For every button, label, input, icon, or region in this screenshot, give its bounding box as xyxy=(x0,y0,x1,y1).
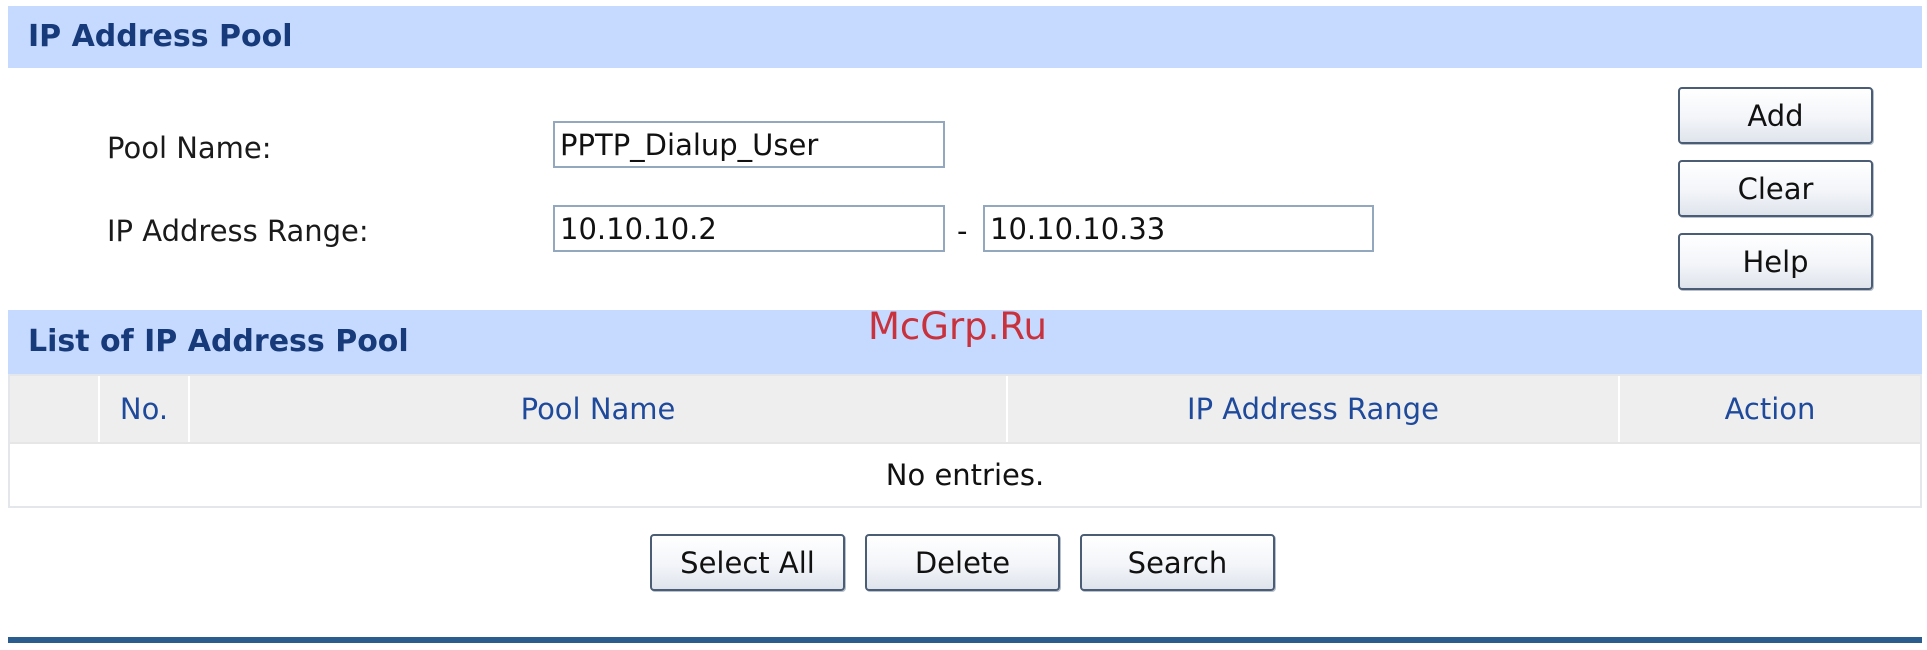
table-header-row: No. Pool Name IP Address Range Action xyxy=(10,376,1920,442)
ip-range-separator: - xyxy=(957,214,968,248)
list-of-ip-address-pool-title: List of IP Address Pool xyxy=(28,324,409,359)
pool-name-label: Pool Name: xyxy=(107,131,272,165)
column-header-ip-address-range: IP Address Range xyxy=(1008,376,1620,442)
table-empty-row: No entries. xyxy=(10,442,1920,506)
search-button[interactable]: Search xyxy=(1080,534,1275,591)
ip-range-label: IP Address Range: xyxy=(107,214,369,248)
clear-button[interactable]: Clear xyxy=(1678,160,1873,217)
help-button[interactable]: Help xyxy=(1678,233,1873,290)
ip-address-pool-table: No. Pool Name IP Address Range Action No… xyxy=(8,374,1922,508)
ip-range-start-input[interactable] xyxy=(553,205,945,252)
column-header-no: No. xyxy=(100,376,190,442)
column-header-pool-name: Pool Name xyxy=(190,376,1008,442)
ip-range-end-input[interactable] xyxy=(983,205,1374,252)
pool-name-input[interactable] xyxy=(553,121,945,168)
watermark-text: McGrp.Ru xyxy=(868,305,1047,348)
add-button[interactable]: Add xyxy=(1678,87,1873,144)
select-all-button[interactable]: Select All xyxy=(650,534,845,591)
ip-address-pool-header: IP Address Pool xyxy=(8,6,1922,68)
no-entries-message: No entries. xyxy=(885,458,1045,492)
column-header-select xyxy=(10,376,100,442)
delete-button[interactable]: Delete xyxy=(865,534,1060,591)
ip-address-pool-title: IP Address Pool xyxy=(28,19,293,54)
column-header-action: Action xyxy=(1724,392,1816,426)
footer-divider xyxy=(8,637,1922,643)
